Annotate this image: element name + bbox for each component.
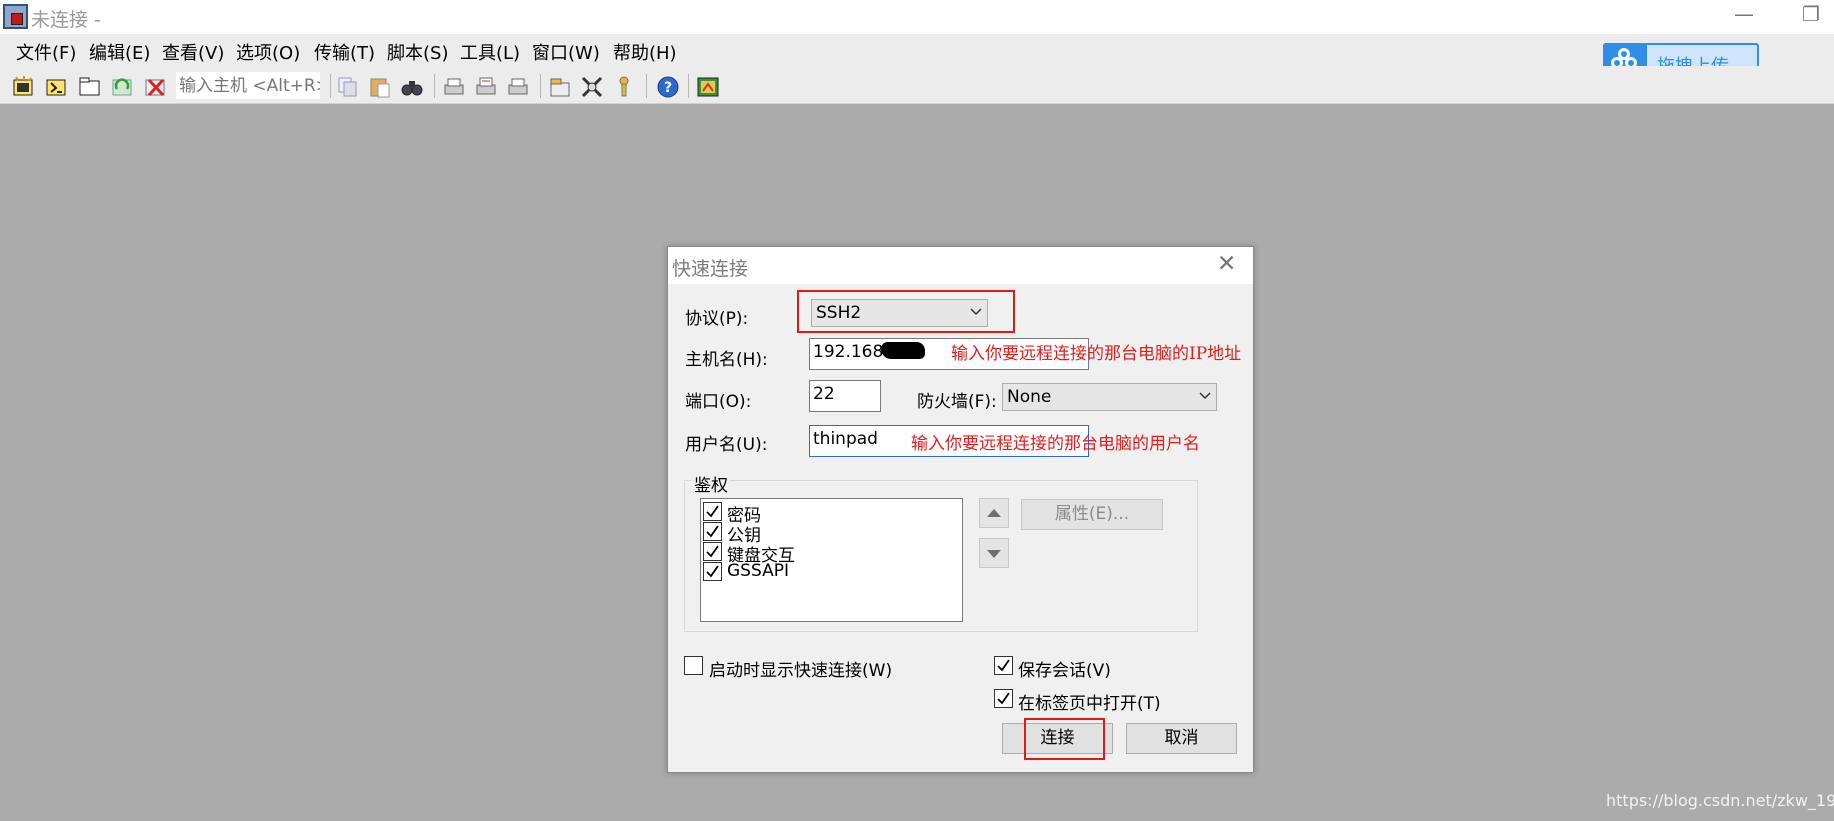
show-on-startup-label: 启动时显示快速连接(W): [709, 661, 893, 681]
reconnect-icon[interactable]: [111, 75, 135, 99]
username-label: 用户名(U):: [685, 435, 768, 455]
checkmark-icon: [706, 565, 719, 578]
arrow-down-icon: [987, 550, 1001, 558]
gssapi-label: GSSAPI: [727, 561, 789, 581]
toolbar-separator: [540, 74, 541, 98]
disconnect-icon[interactable]: [144, 75, 168, 99]
gssapi-checkbox[interactable]: [703, 562, 722, 581]
username-annotation: 输入你要远程连接的那台电脑的用户名: [911, 434, 1200, 454]
restore-button[interactable]: ❐: [1802, 2, 1820, 26]
show-on-startup-checkbox[interactable]: [684, 656, 703, 675]
open-in-tab-label: 在标签页中打开(T): [1018, 694, 1161, 714]
watermark: https://blog.csdn.net/zkw_1998: [1606, 791, 1834, 810]
menu-help[interactable]: 帮助(H): [613, 39, 677, 65]
close-icon[interactable]: ✕: [1217, 251, 1236, 277]
properties-button[interactable]: 属性(E)...: [1021, 499, 1163, 530]
move-up-button[interactable]: [979, 498, 1009, 528]
keyboard-interactive-checkbox[interactable]: [703, 542, 722, 561]
save-session-label: 保存会话(V): [1018, 661, 1111, 681]
menu-options[interactable]: 选项(O): [236, 39, 300, 65]
auth-group-label: 鉴权: [692, 471, 730, 496]
securecrt-app-icon: [3, 4, 28, 29]
save-session-checkbox[interactable]: [994, 656, 1013, 675]
keymap-icon[interactable]: [612, 75, 636, 99]
password-checkbox[interactable]: [703, 502, 722, 521]
menu-view[interactable]: 查看(V): [162, 39, 224, 65]
checkmark-icon: [706, 505, 719, 518]
minimize-button[interactable]: —: [1734, 2, 1754, 26]
print-selection-icon[interactable]: [506, 75, 530, 99]
hostname-annotation: 输入你要远程连接的那台电脑的IP地址: [951, 344, 1242, 364]
connect-icon[interactable]: [12, 75, 36, 99]
toolbar-separator: [688, 74, 689, 98]
username-value: thinpad: [813, 429, 878, 449]
protocol-label: 协议(P):: [685, 309, 749, 329]
sftp-icon[interactable]: [696, 75, 720, 99]
move-down-button[interactable]: [979, 538, 1009, 568]
checkmark-icon: [997, 692, 1010, 705]
menu-transfer[interactable]: 传输(T): [314, 39, 375, 65]
port-field[interactable]: 22: [809, 380, 881, 412]
port-value: 22: [813, 384, 835, 404]
window-title: 未连接 -: [31, 9, 101, 31]
session-options-icon[interactable]: [548, 75, 572, 99]
protocol-highlight-box: [797, 290, 1015, 333]
dialog-title-bar: 快速连接 ✕: [668, 247, 1253, 284]
firewall-value: None: [1007, 387, 1052, 407]
checkmark-icon: [706, 525, 719, 538]
host-input[interactable]: [176, 72, 320, 99]
help-icon[interactable]: ?: [656, 75, 680, 99]
find-icon[interactable]: [400, 75, 424, 99]
firewall-label: 防火墙(F):: [917, 392, 997, 412]
publickey-checkbox[interactable]: [703, 522, 722, 541]
menu-file[interactable]: 文件(F): [16, 39, 76, 65]
open-in-tab-checkbox[interactable]: [994, 689, 1013, 708]
print-icon[interactable]: [442, 75, 466, 99]
firewall-select[interactable]: None: [1002, 383, 1217, 411]
hostname-label: 主机名(H):: [685, 350, 768, 370]
dialog-title: 快速连接: [672, 258, 749, 280]
toolbar: ?: [0, 66, 1834, 104]
checkmark-icon: [997, 659, 1010, 672]
menu-window[interactable]: 窗口(W): [532, 39, 600, 65]
checkmark-icon: [706, 545, 719, 558]
toolbar-separator: [434, 74, 435, 98]
menu-tools[interactable]: 工具(L): [460, 39, 520, 65]
quick-connect-icon[interactable]: [45, 75, 69, 99]
print-setup-icon[interactable]: [474, 75, 498, 99]
global-options-icon[interactable]: [580, 75, 604, 99]
redaction-mark: [881, 342, 925, 359]
paste-icon[interactable]: [368, 75, 392, 99]
menu-script[interactable]: 脚本(S): [387, 39, 448, 65]
quick-connect-dialog: 快速连接 ✕ 协议(P): SSH2 主机名(H): 192.168. 输入你要…: [667, 246, 1254, 773]
svg-text:?: ?: [664, 80, 672, 96]
chevron-down-icon: [1199, 392, 1211, 400]
title-bar: 未连接 - — ❐: [0, 0, 1834, 34]
menu-bar: 文件(F) 编辑(E) 查看(V) 选项(O) 传输(T) 脚本(S) 工具(L…: [0, 34, 1834, 66]
hostname-value: 192.168.: [813, 342, 889, 362]
auth-method-list[interactable]: 密码 公钥 键盘交互 GSSAPI: [700, 498, 963, 622]
connect-highlight-box: [1024, 718, 1105, 760]
toolbar-separator: [330, 74, 331, 98]
cancel-button[interactable]: 取消: [1126, 723, 1237, 754]
toolbar-separator: [646, 74, 647, 98]
menu-edit[interactable]: 编辑(E): [89, 39, 150, 65]
port-label: 端口(O):: [685, 392, 752, 412]
copy-icon[interactable]: [336, 75, 360, 99]
connect-in-tab-icon[interactable]: [78, 75, 102, 99]
arrow-up-icon: [987, 509, 1001, 517]
